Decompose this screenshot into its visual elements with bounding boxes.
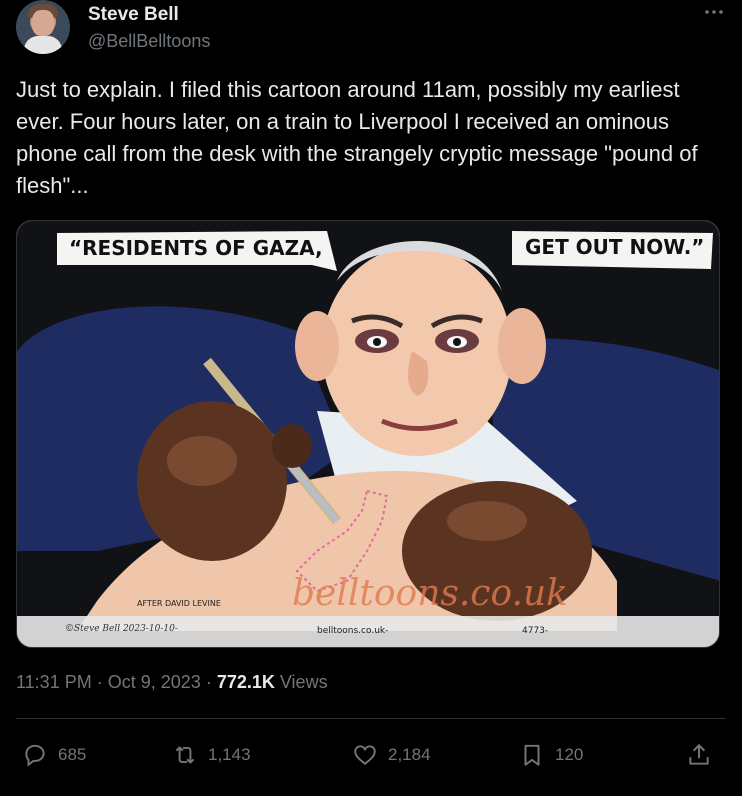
action-bar: 685 1,143 2,184 120 (16, 732, 726, 778)
tweet-date[interactable]: Oct 9, 2023 (108, 672, 201, 692)
views-count: 772.1K (216, 672, 275, 692)
reply-count: 685 (58, 745, 87, 764)
credit-number: 4773- (522, 626, 549, 636)
watermark: belltoons.co.uk (292, 573, 568, 614)
meta-separator-2: · (205, 672, 217, 692)
author-handle[interactable]: @BellBelltoons (88, 31, 210, 52)
avatar-face (32, 10, 54, 36)
tweet-text: Just to explain. I filed this cartoon ar… (16, 77, 698, 198)
views-label: Views (279, 672, 328, 692)
like-count: 2,184 (388, 745, 431, 764)
avatar[interactable] (16, 0, 70, 54)
credit-after: AFTER DAVID LEVINE (137, 599, 221, 608)
divider (16, 718, 726, 719)
author-name[interactable]: Steve Bell (88, 4, 179, 26)
bookmark-icon (524, 744, 540, 766)
reply-icon (25, 744, 45, 767)
bookmark-count: 120 (555, 745, 584, 764)
caption-right: GET OUT NOW.” (525, 235, 705, 259)
retweet-button[interactable]: 1,143 (172, 732, 251, 778)
reply-button[interactable]: 685 (22, 732, 86, 778)
retweet-icon (175, 746, 195, 764)
tweet-meta: 11:31 PM · Oct 9, 2023 · 772.1K Views (16, 672, 328, 693)
avatar-shirt (24, 36, 62, 54)
caption-left: “RESIDENTS OF GAZA, (69, 236, 323, 260)
meta-separator-1: · (96, 672, 108, 692)
heart-icon (354, 745, 376, 765)
retweet-count: 1,143 (208, 745, 251, 764)
bookmark-button[interactable]: 120 (519, 732, 583, 778)
tweet-time[interactable]: 11:31 PM (16, 672, 92, 692)
credit-site: belltoons.co.uk- (317, 626, 389, 636)
tweet-media-cartoon[interactable]: “RESIDENTS OF GAZA, GET OUT NOW.” AFTER … (16, 220, 720, 648)
share-button[interactable] (686, 732, 722, 778)
tweet-header: Steve Bell @BellBelltoons (16, 0, 726, 62)
credit-signature: ©Steve Bell 2023-10-10- (65, 624, 178, 634)
like-button[interactable]: 2,184 (352, 732, 431, 778)
share-icon (689, 744, 709, 765)
more-horizontal-icon[interactable] (702, 4, 726, 24)
